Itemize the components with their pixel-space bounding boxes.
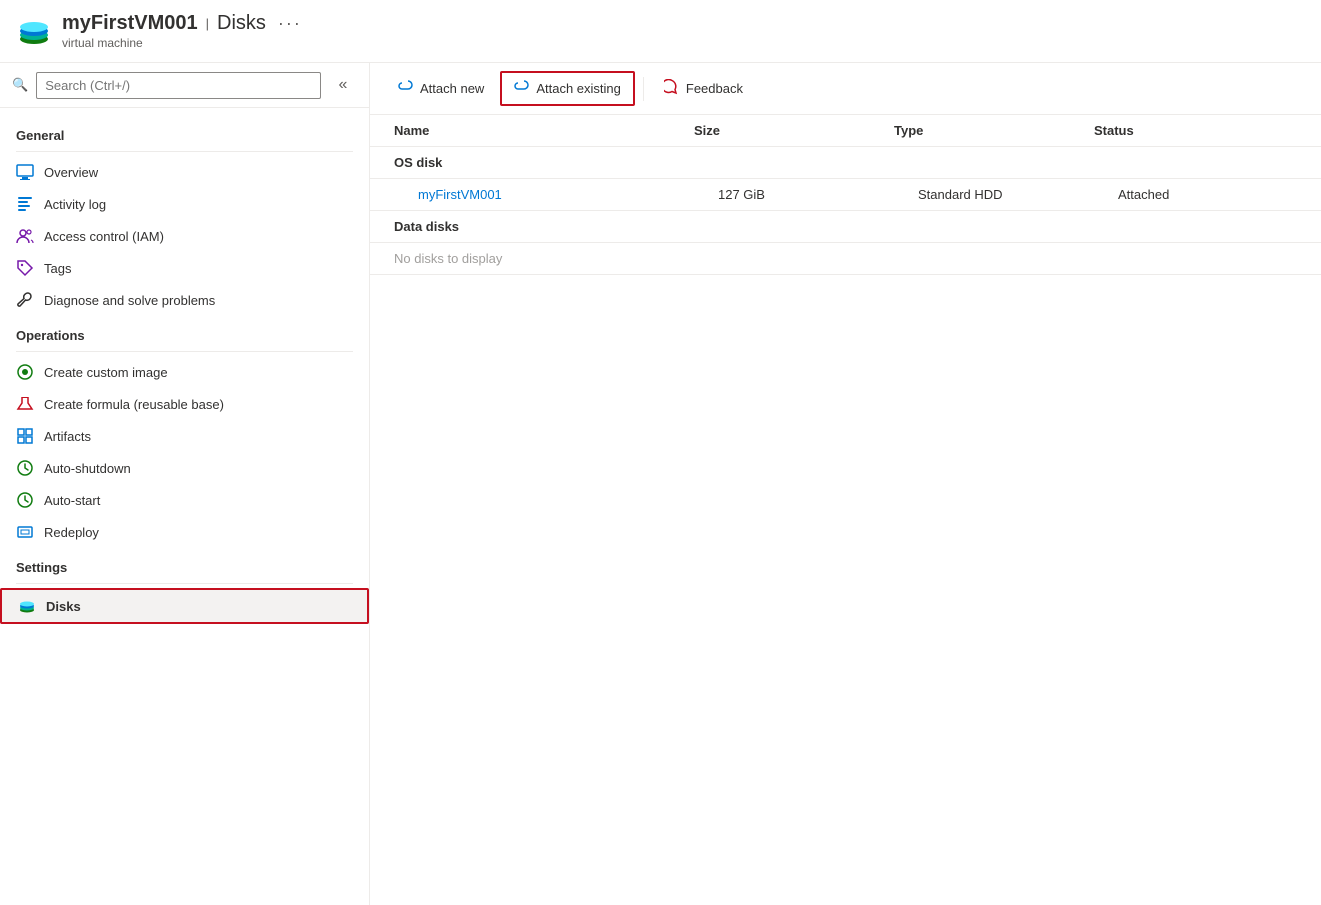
sidebar-item-tags[interactable]: Tags (0, 252, 369, 284)
wrench-icon (16, 291, 34, 309)
table-header-row: Name Size Type Status (370, 115, 1321, 147)
people-icon (16, 227, 34, 245)
clock-start-icon (16, 491, 34, 509)
tag-icon (16, 259, 34, 277)
col-header-type: Type (894, 123, 1094, 138)
beaker-icon (16, 395, 34, 413)
disk-name-cell[interactable]: myFirstVM001 (418, 187, 718, 202)
os-disk-section-label: OS disk (370, 147, 1321, 179)
feedback-label: Feedback (686, 81, 743, 96)
sidebar-item-auto-shutdown[interactable]: Auto-shutdown (0, 452, 369, 484)
disk-type-cell: Standard HDD (918, 187, 1118, 202)
col-header-status: Status (1094, 123, 1294, 138)
search-icon: 🔍 (12, 77, 28, 93)
disk-status-cell: Attached (1118, 187, 1318, 202)
sidebar-item-label-artifacts: Artifacts (44, 429, 91, 444)
sidebar-item-access-control[interactable]: Access control (IAM) (0, 220, 369, 252)
search-bar: 🔍 « (0, 63, 369, 108)
sidebar-item-activity-log[interactable]: Activity log (0, 188, 369, 220)
section-label-operations: Operations (0, 316, 369, 347)
attach-new-button[interactable]: Attach new (386, 73, 496, 104)
sidebar-item-overview[interactable]: Overview (0, 156, 369, 188)
monitor-icon (16, 163, 34, 181)
attach-existing-icon (514, 79, 530, 98)
toolbar: Attach new Attach existing Feedback (370, 63, 1321, 115)
sidebar-item-label-overview: Overview (44, 165, 98, 180)
sidebar-item-label-access-control: Access control (IAM) (44, 229, 164, 244)
vm-name: myFirstVM001 (62, 12, 198, 35)
sidebar-item-label-auto-shutdown: Auto-shutdown (44, 461, 131, 476)
attach-new-label: Attach new (420, 81, 484, 96)
sidebar-item-create-formula[interactable]: Create formula (reusable base) (0, 388, 369, 420)
sidebar-item-redeploy[interactable]: Redeploy (0, 516, 369, 548)
table-row: myFirstVM001 127 GiB Standard HDD Attach… (370, 179, 1321, 211)
data-disks-section-label: Data disks (370, 211, 1321, 243)
clock-shutdown-icon (16, 459, 34, 477)
toolbar-divider (643, 77, 644, 101)
collapse-sidebar-button[interactable]: « (329, 71, 357, 99)
empty-disks-message: No disks to display (370, 243, 1321, 275)
sidebar-item-label-tags: Tags (44, 261, 71, 276)
section-label-general: General (0, 116, 369, 147)
sidebar-item-label-disks: Disks (46, 599, 81, 614)
refresh-icon (16, 523, 34, 541)
grid-icon (16, 427, 34, 445)
header-title-group: myFirstVM001 | Disks ··· virtual machine (62, 12, 302, 50)
attach-existing-label: Attach existing (536, 81, 621, 96)
sidebar-item-label-create-image: Create custom image (44, 365, 168, 380)
disks-table: Name Size Type Status OS disk myFirstVM0… (370, 115, 1321, 905)
col-header-size: Size (694, 123, 894, 138)
page-header: myFirstVM001 | Disks ··· virtual machine (0, 0, 1321, 63)
vm-icon (16, 13, 52, 49)
sidebar-item-label-create-formula: Create formula (reusable base) (44, 397, 224, 412)
sidebar: 🔍 « General Overview Activity log (0, 63, 370, 905)
search-input[interactable] (36, 72, 321, 99)
sidebar-item-diagnose[interactable]: Diagnose and solve problems (0, 284, 369, 316)
section-label-settings: Settings (0, 548, 369, 579)
sidebar-item-disks[interactable]: Disks (0, 588, 369, 624)
col-header-name: Name (394, 123, 694, 138)
content-area: Attach new Attach existing Feedback Name (370, 63, 1321, 905)
page-title: Disks (217, 12, 266, 35)
list-icon (16, 195, 34, 213)
sidebar-item-artifacts[interactable]: Artifacts (0, 420, 369, 452)
attach-new-icon (398, 79, 414, 98)
disk-icon (18, 597, 36, 615)
sidebar-item-label-auto-start: Auto-start (44, 493, 100, 508)
section-divider-settings (16, 583, 353, 584)
sidebar-item-label-diagnose: Diagnose and solve problems (44, 293, 215, 308)
col-header-extra (1294, 123, 1297, 138)
sidebar-item-label-redeploy: Redeploy (44, 525, 99, 540)
section-divider-general (16, 151, 353, 152)
sidebar-item-create-image[interactable]: Create custom image (0, 356, 369, 388)
section-divider-operations (16, 351, 353, 352)
more-options-button[interactable]: ··· (278, 13, 302, 34)
main-layout: 🔍 « General Overview Activity log (0, 63, 1321, 905)
feedback-icon (664, 79, 680, 98)
header-separator: | (206, 16, 209, 31)
disk-size-cell: 127 GiB (718, 187, 918, 202)
resource-type-label: virtual machine (62, 36, 302, 50)
sidebar-item-label-activity-log: Activity log (44, 197, 106, 212)
sidebar-item-auto-start[interactable]: Auto-start (0, 484, 369, 516)
image-icon (16, 363, 34, 381)
feedback-button[interactable]: Feedback (652, 73, 755, 104)
attach-existing-button[interactable]: Attach existing (500, 71, 635, 106)
sidebar-nav: General Overview Activity log Access con… (0, 108, 369, 905)
